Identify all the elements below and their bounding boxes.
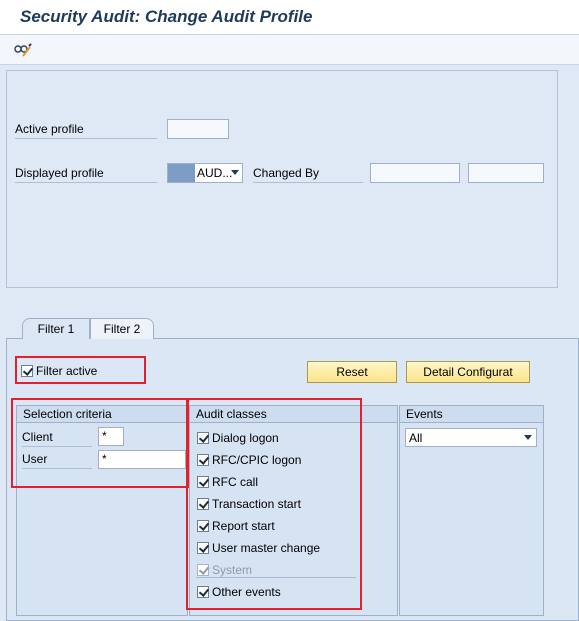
events-selected-value: All xyxy=(409,431,423,445)
audit-class-rfc-call[interactable]: RFC call xyxy=(197,475,258,489)
checkbox-box[interactable] xyxy=(197,476,209,488)
checkbox-box[interactable] xyxy=(197,542,209,554)
audit-class-label: Other events xyxy=(212,585,281,599)
audit-classes-title: Audit classes xyxy=(190,406,397,423)
changed-by-field xyxy=(370,163,460,183)
events-dropdown[interactable]: All xyxy=(405,428,537,447)
displayed-profile-value: AUD... xyxy=(197,166,233,180)
reset-button[interactable]: Reset xyxy=(307,361,397,383)
page-title: Security Audit: Change Audit Profile xyxy=(20,7,313,26)
checkbox-box[interactable] xyxy=(197,432,209,444)
audit-class-label: Transaction start xyxy=(212,497,301,511)
checkbox-box[interactable] xyxy=(197,520,209,532)
tab-filter-1[interactable]: Filter 1 xyxy=(22,318,90,339)
application-toolbar xyxy=(0,35,579,65)
detail-configuration-button[interactable]: Detail Configurat xyxy=(406,361,530,383)
filter-active-checkbox[interactable]: Filter active xyxy=(21,364,97,378)
audit-class-label: System xyxy=(212,563,253,577)
glasses-pencil-icon[interactable] xyxy=(12,40,34,60)
selection-criteria-title: Selection criteria xyxy=(17,406,187,423)
checkbox-box[interactable] xyxy=(197,454,209,466)
checkbox-box[interactable] xyxy=(197,586,209,598)
events-title: Events xyxy=(400,406,543,423)
audit-class-user-master-change[interactable]: User master change xyxy=(197,541,320,555)
checkbox-box[interactable] xyxy=(21,365,33,377)
user-input[interactable]: * xyxy=(98,450,186,469)
audit-class-report-start[interactable]: Report start xyxy=(197,519,275,533)
checkbox-box[interactable] xyxy=(197,498,209,510)
user-label: User xyxy=(22,452,92,469)
displayed-profile-dropdown[interactable]: AUD... xyxy=(167,163,243,183)
dropdown-selection-fill xyxy=(168,164,195,182)
client-input[interactable]: * xyxy=(98,427,124,446)
client-label: Client xyxy=(22,430,92,447)
audit-class-rfc-cpic-logon[interactable]: RFC/CPIC logon xyxy=(197,453,301,467)
active-profile-label: Active profile xyxy=(15,122,157,139)
audit-class-label: Dialog logon xyxy=(212,431,279,445)
tab-filter-2[interactable]: Filter 2 xyxy=(90,318,154,339)
audit-class-label: Report start xyxy=(212,519,275,533)
filter-active-label: Filter active xyxy=(36,364,98,378)
changed-on-field xyxy=(468,163,544,183)
audit-class-dialog-logon[interactable]: Dialog logon xyxy=(197,431,279,445)
audit-class-transaction-start[interactable]: Transaction start xyxy=(197,497,301,511)
displayed-profile-label: Displayed profile xyxy=(15,166,157,183)
checkbox-box xyxy=(197,564,209,576)
chevron-down-icon xyxy=(524,435,532,440)
audit-class-label: RFC/CPIC logon xyxy=(212,453,302,467)
audit-classes-separator xyxy=(196,577,356,578)
chevron-down-icon xyxy=(231,170,239,175)
audit-class-other-events[interactable]: Other events xyxy=(197,585,281,599)
audit-class-label: User master change xyxy=(212,541,321,555)
active-profile-field xyxy=(167,119,229,139)
audit-class-label: RFC call xyxy=(212,475,259,489)
audit-class-system: System xyxy=(197,563,252,577)
changed-by-label: Changed By xyxy=(253,166,363,183)
